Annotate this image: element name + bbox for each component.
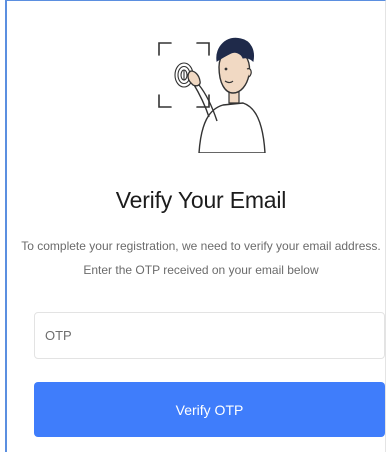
instructions: To complete your registration, we need t… [7,234,388,282]
page-title: Verify Your Email [115,187,287,213]
instruction-line-2: Enter the OTP received on your email bel… [83,263,319,277]
instruction-line-1: To complete your registration, we need t… [21,239,381,253]
fingerprint-scan-person-icon [158,37,266,153]
otp-input[interactable] [34,312,385,359]
verify-card: Verify Your Email To complete your regis… [5,0,386,452]
verify-otp-button[interactable]: Verify OTP [34,382,385,437]
